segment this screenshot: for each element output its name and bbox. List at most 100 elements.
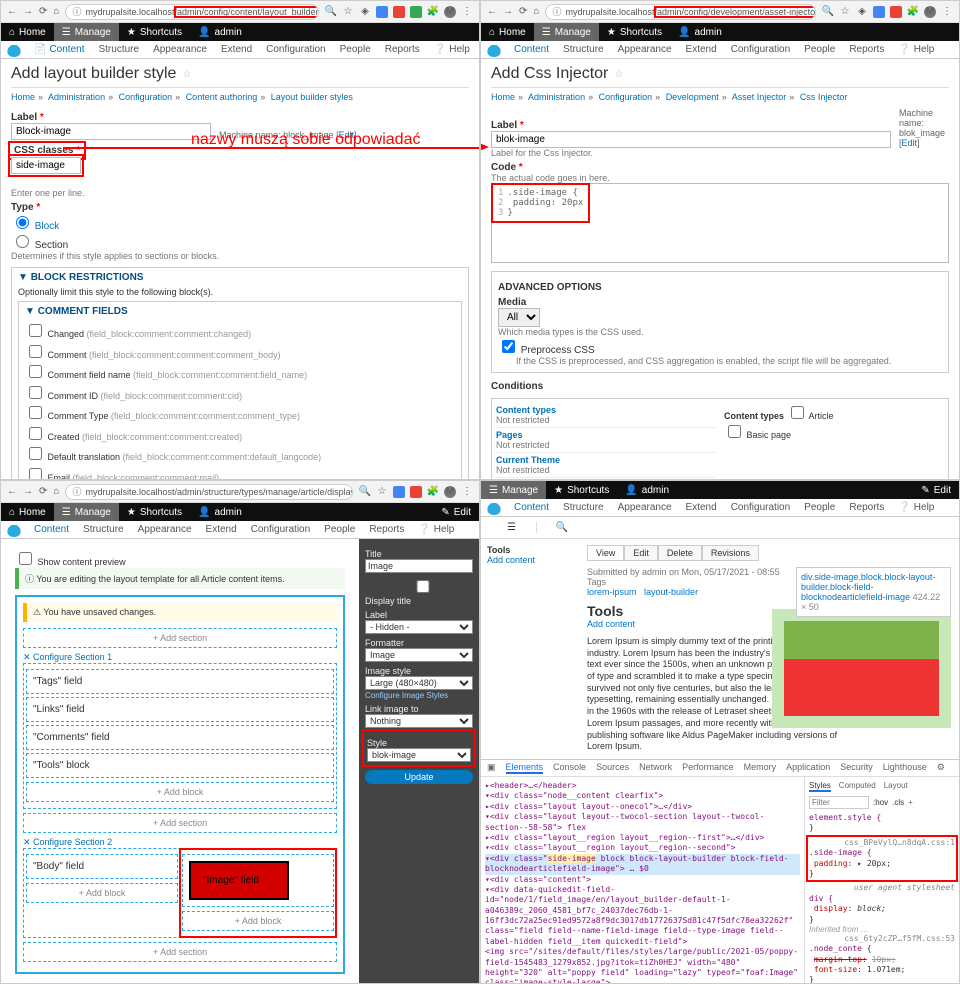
tab-application[interactable]: Application (786, 762, 830, 774)
condition-row[interactable]: Content typesNot restricted (496, 403, 716, 428)
ext-icon[interactable] (890, 6, 902, 18)
ext-icon-3[interactable] (410, 6, 422, 18)
add-content-link[interactable]: Add content (487, 555, 575, 565)
tab-security[interactable]: Security (840, 762, 873, 774)
menu-help[interactable]: ❔ Help (891, 41, 941, 58)
drupal-logo-icon[interactable] (487, 501, 501, 515)
ext-icon[interactable] (393, 486, 405, 498)
avatar-icon[interactable]: M (444, 6, 456, 18)
tab-layout[interactable]: Layout (884, 781, 908, 792)
tag-link[interactable]: layout-builder (644, 587, 698, 597)
menu-icon[interactable]: ☰ (487, 522, 537, 533)
tag-link[interactable]: lorem-ipsum (587, 587, 637, 597)
add-section-link[interactable]: + Add section (23, 628, 337, 648)
field-tags[interactable]: "Tags" field (26, 669, 334, 694)
favorite-icon[interactable]: ☆ (614, 69, 623, 80)
forward-icon[interactable]: → (23, 486, 33, 497)
puzzle-icon[interactable]: 🧩 (427, 6, 439, 18)
link-select[interactable]: Nothing (365, 714, 473, 728)
menu-extend[interactable]: Extend (214, 41, 259, 58)
home-icon[interactable]: ⌂ (53, 6, 59, 17)
add-block-link[interactable]: + Add block (182, 911, 334, 931)
tab-elements[interactable]: Elements (506, 762, 544, 774)
shortcuts-tab[interactable]: ★ Shortcuts (599, 23, 670, 41)
type-block-radio[interactable]: Block (11, 221, 59, 232)
menu-icon[interactable]: ⋮ (955, 762, 960, 774)
menu-structure[interactable]: Structure (556, 41, 611, 58)
puzzle-icon[interactable]: 🧩 (427, 486, 439, 498)
back-icon[interactable]: ← (7, 486, 17, 497)
add-section-link[interactable]: + Add section (23, 813, 337, 833)
address-bar[interactable]: ⓘ mydrupalsite.localhost /admin/config/d… (545, 4, 816, 20)
home-tab[interactable]: ⌂ Home (481, 23, 534, 41)
forward-icon[interactable]: → (23, 6, 33, 17)
block-style-select[interactable]: blok-image (367, 748, 471, 762)
ext-icon[interactable] (410, 486, 422, 498)
menu-people[interactable]: People (333, 41, 378, 58)
star-icon[interactable]: ☆ (376, 486, 388, 498)
menu-icon[interactable]: ⋮ (941, 6, 953, 18)
preprocess-checkbox[interactable]: Preprocess CSS (498, 345, 595, 356)
comment-fields-legend[interactable]: COMMENT FIELDS (38, 306, 128, 317)
tab-delete[interactable]: Delete (658, 545, 702, 561)
image-style-select[interactable]: Large (480×480) (365, 676, 473, 690)
condition-row[interactable]: Current ThemeNot restricted (496, 453, 716, 478)
add-block-link[interactable]: + Add block (26, 782, 334, 802)
dom-tree[interactable]: ▸<header>…</header>▾<div class="node__co… (481, 777, 804, 984)
tab-performance[interactable]: Performance (682, 762, 734, 774)
zoom-icon[interactable]: 🔍 (359, 486, 371, 498)
add-rule-icon[interactable]: + (908, 798, 913, 807)
configure-styles-link[interactable]: Configure Image Styles (365, 691, 448, 700)
star-icon[interactable]: ☆ (839, 6, 851, 18)
avatar-icon[interactable]: M (444, 486, 456, 498)
tab-memory[interactable]: Memory (744, 762, 777, 774)
media-select[interactable]: All (498, 308, 540, 327)
tab-lighthouse[interactable]: Lighthouse (883, 762, 927, 774)
puzzle-icon[interactable]: 🧩 (907, 6, 919, 18)
label-select[interactable]: - Hidden - (365, 620, 473, 634)
menu-structure[interactable]: Structure (91, 41, 146, 58)
reload-icon[interactable]: ⟳ (39, 486, 47, 497)
reload-icon[interactable]: ⟳ (39, 6, 47, 17)
display-title-checkbox[interactable]: Display title (365, 577, 473, 606)
address-bar[interactable]: ⓘmydrupalsite.localhost/admin/structure/… (65, 484, 353, 500)
back-icon[interactable]: ← (7, 6, 17, 17)
style-rule[interactable]: element.style { } (809, 813, 955, 834)
configure-section-1[interactable]: Configure Section 1 (33, 652, 112, 662)
edit-button[interactable]: ✎ Edit (433, 503, 479, 521)
diamond-icon[interactable]: ◈ (359, 6, 371, 18)
menu-content[interactable]: Content (507, 41, 556, 58)
home-icon[interactable]: ⌂ (53, 486, 59, 497)
menu-configuration[interactable]: Configuration (259, 41, 332, 58)
code-editor[interactable]: 1.side-image { 2 padding: 20px 3} (491, 183, 949, 263)
add-section-link[interactable]: + Add section (23, 942, 337, 962)
home-tab[interactable]: ⌂ Home (1, 23, 54, 41)
menu-people[interactable]: People (797, 41, 842, 58)
menu-reports[interactable]: Reports (842, 41, 891, 58)
drupal-logo-icon[interactable] (7, 43, 21, 57)
title-input[interactable] (365, 559, 473, 573)
tab-revisions[interactable]: Revisions (702, 545, 759, 561)
drupal-logo-icon[interactable] (7, 523, 21, 537)
comment-field-checkbox[interactable]: Comment Type (field_block:comment:commen… (25, 403, 455, 424)
gear-icon[interactable]: ⚙ (937, 762, 945, 774)
menu-configuration[interactable]: Configuration (724, 41, 797, 58)
address-bar[interactable]: ⓘ mydrupalsite.localhost /admin/config/c… (65, 4, 319, 20)
style-rule-node[interactable]: css_6ty2cZP…f5fM.css:53 .node_conte { ma… (809, 934, 955, 984)
field-links[interactable]: "Links" field (26, 697, 334, 722)
style-rule-side-image[interactable]: css_BPeVylQ…n8dqA.css:1 .side-image { pa… (809, 838, 955, 880)
tab-view[interactable]: View (587, 545, 624, 561)
comment-field-checkbox[interactable]: Created (field_block:comment:comment:cre… (25, 424, 455, 445)
ext-icon-1[interactable] (376, 6, 388, 18)
user-tab[interactable]: 👤 admin (190, 23, 250, 41)
menu-content[interactable]: 📄 Content (27, 41, 91, 58)
avatar-icon[interactable]: M (924, 6, 936, 18)
forward-icon[interactable]: → (503, 6, 513, 17)
restrictions-legend[interactable]: BLOCK RESTRICTIONS (31, 272, 144, 283)
zoom-icon[interactable]: 🔍 (325, 6, 337, 18)
tab-styles[interactable]: Styles (809, 781, 831, 792)
menu-reports[interactable]: Reports (378, 41, 427, 58)
filter-input[interactable] (809, 796, 869, 809)
home-icon[interactable]: ⌂ (533, 6, 539, 17)
field-body[interactable]: "Body" field (26, 854, 178, 879)
